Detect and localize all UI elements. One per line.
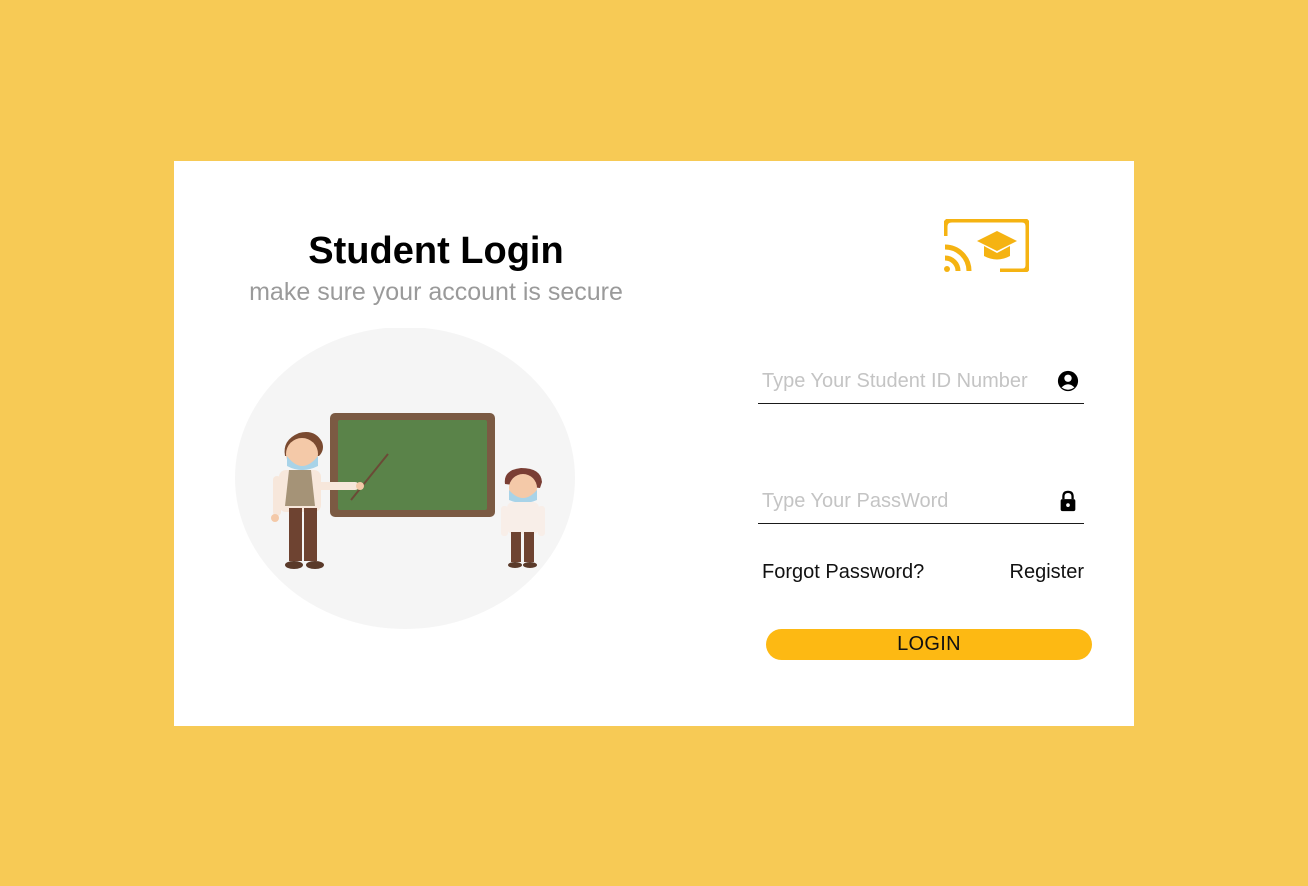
blackboard bbox=[330, 413, 495, 517]
login-button[interactable]: LOGIN bbox=[766, 629, 1092, 660]
forgot-password-link[interactable]: Forgot Password? bbox=[762, 558, 924, 586]
user-circle-icon bbox=[1057, 370, 1079, 392]
student-id-input[interactable] bbox=[762, 359, 1042, 403]
page-subtitle: make sure your account is secure bbox=[249, 278, 623, 306]
password-input[interactable] bbox=[762, 479, 1042, 523]
cast-graduation-cap-icon bbox=[944, 219, 1029, 272]
register-link[interactable]: Register bbox=[1010, 558, 1084, 586]
student-id-field bbox=[758, 359, 1084, 404]
teacher-classroom-illustration bbox=[235, 328, 575, 629]
login-card: Student Login make sure your account is … bbox=[174, 161, 1134, 726]
lock-icon bbox=[1060, 490, 1076, 512]
password-field bbox=[758, 479, 1084, 524]
page-title: Student Login bbox=[308, 230, 564, 272]
